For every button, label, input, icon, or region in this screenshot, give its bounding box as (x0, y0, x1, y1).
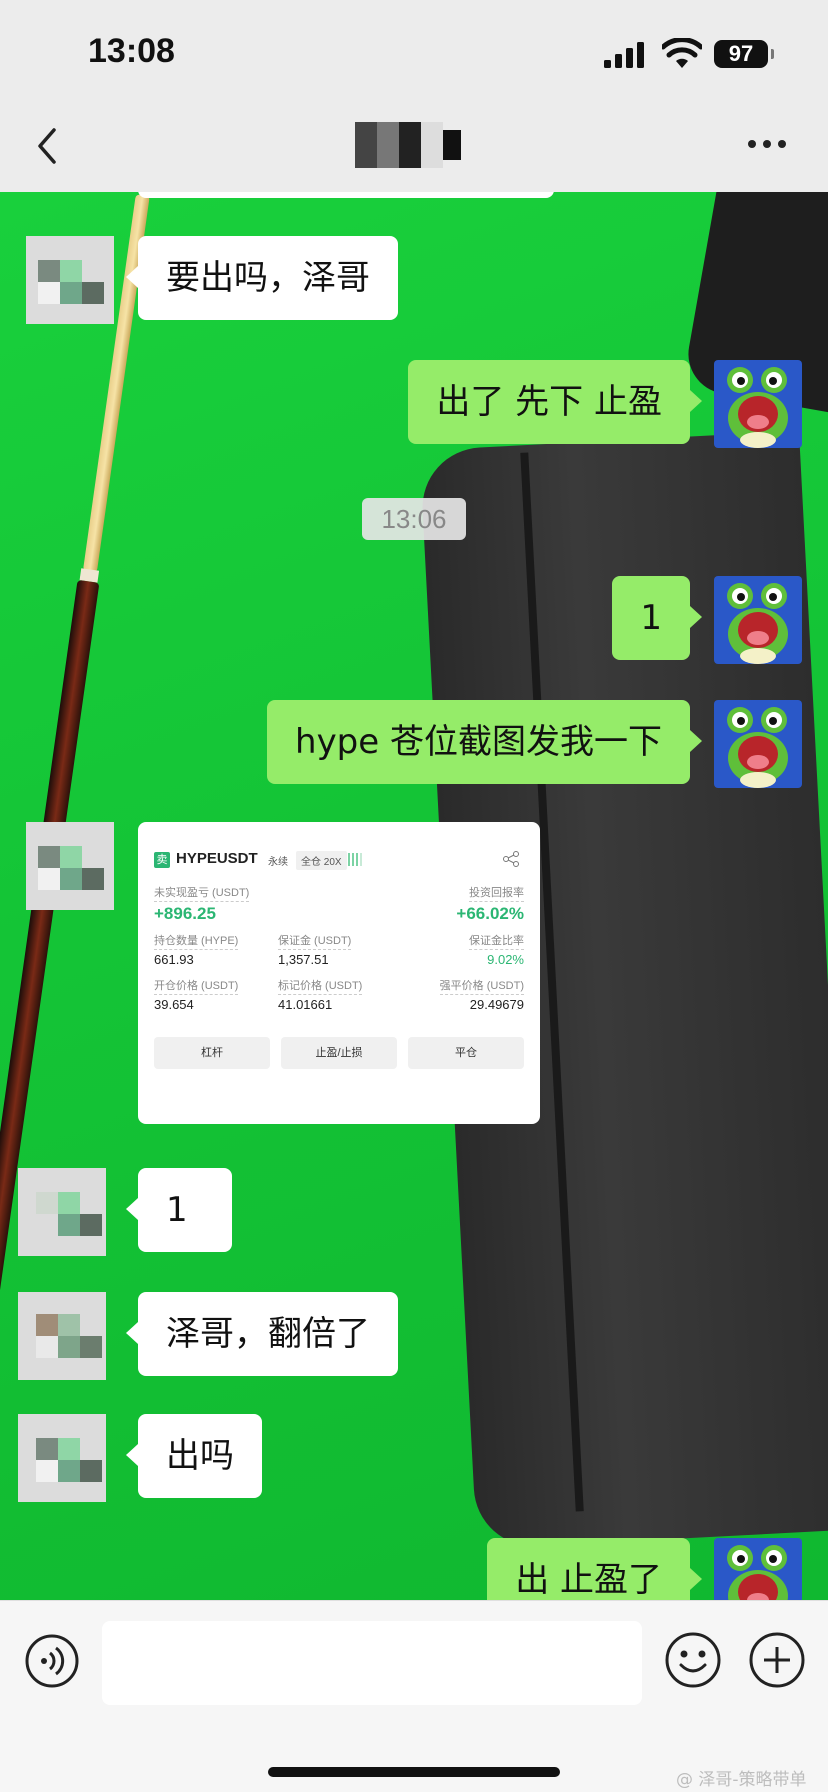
symbol-label: HYPEUSDT (176, 850, 258, 867)
message-bubble-incoming[interactable]: 出吗 (126, 1414, 262, 1498)
timestamp-chip: 13:06 (362, 498, 466, 540)
mark-price: 标记价格 (USDT) 41.01661 (278, 977, 363, 1012)
watermark-text: @ 泽哥-策略带单 (676, 1770, 807, 1790)
chat-message-list[interactable]: 要出吗，泽哥 出了 先下 止盈 13:06 1 hype 苍位截图发我一下 卖 … (0, 188, 828, 1626)
cellular-signal-icon (604, 42, 644, 68)
side-tag: 卖 (154, 852, 170, 868)
voice-icon[interactable] (24, 1633, 80, 1689)
input-bar: @ 泽哥-策略带单 (0, 1600, 828, 1792)
message-bubble-incoming[interactable]: 1 (126, 1168, 232, 1252)
top-bar: 13:08 97 (0, 0, 828, 192)
contract-type-label: 永续 (268, 857, 288, 868)
message-bubble-outgoing[interactable]: 出了 先下 止盈 (408, 360, 702, 444)
chat-title-pixelated (355, 122, 465, 168)
position-size: 持仓数量 (HYPE) 661.93 (154, 932, 239, 967)
trade-screenshot-image[interactable]: 卖 HYPEUSDT 永续 全仓 20X 未实现盈亏 (USDT) +896.2… (138, 822, 540, 1124)
more-icon[interactable] (746, 130, 788, 158)
margin: 保证金 (USDT) 1,357.51 (278, 932, 352, 967)
contact-avatar[interactable] (26, 236, 114, 324)
leverage-button: 杠杆 (154, 1037, 270, 1069)
contact-avatar[interactable] (26, 822, 114, 910)
roi: 投资回报率 +66.02% (456, 884, 524, 924)
contact-avatar[interactable] (18, 1292, 106, 1380)
battery-indicator: 97 (714, 40, 774, 68)
frog-avatar-icon (727, 367, 788, 448)
message-bubble-outgoing[interactable]: 1 (612, 576, 702, 660)
unrealized-pnl: 未实现盈亏 (USDT) +896.25 (154, 884, 250, 924)
entry-price: 开仓价格 (USDT) 39.654 (154, 977, 239, 1012)
message-bubble-incoming[interactable]: 要出吗，泽哥 (126, 236, 398, 320)
message-input[interactable] (102, 1621, 642, 1705)
share-icon (503, 851, 519, 867)
back-icon[interactable] (30, 124, 66, 168)
leverage-bars-icon (348, 853, 362, 866)
contact-avatar[interactable] (18, 1414, 106, 1502)
my-avatar[interactable] (714, 576, 802, 664)
contact-avatar[interactable] (18, 1168, 106, 1256)
message-bubble-incoming[interactable]: 泽哥，翻倍了 (126, 1292, 398, 1376)
emoji-icon[interactable] (664, 1631, 722, 1689)
frog-avatar-icon (727, 583, 788, 664)
status-time: 13:08 (88, 32, 175, 70)
plus-icon[interactable] (748, 1631, 806, 1689)
margin-mode-badge: 全仓 20X (296, 851, 347, 870)
message-bubble-outgoing[interactable]: hype 苍位截图发我一下 (267, 700, 702, 784)
margin-ratio: 保证金比率 9.02% (469, 932, 524, 967)
liquidation-price: 强平价格 (USDT) 29.49679 (439, 977, 524, 1012)
my-avatar[interactable] (714, 700, 802, 788)
card-header: 卖 HYPEUSDT 永续 全仓 20X (154, 850, 524, 872)
my-avatar[interactable] (714, 360, 802, 448)
wifi-icon (662, 38, 702, 68)
close-position-button: 平仓 (408, 1037, 524, 1069)
frog-avatar-icon (727, 707, 788, 788)
tp-sl-button: 止盈/止损 (281, 1037, 397, 1069)
home-indicator (268, 1767, 560, 1777)
